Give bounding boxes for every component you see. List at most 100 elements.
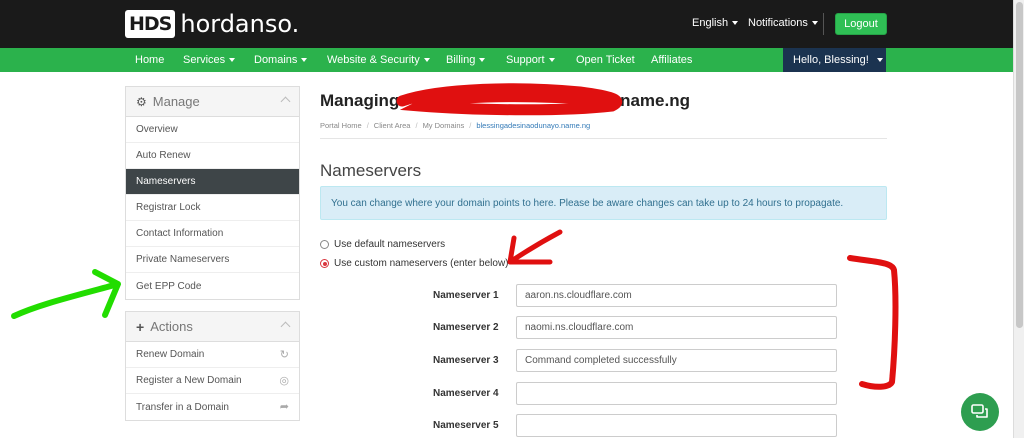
- nav-label: Website & Security: [327, 54, 420, 66]
- actions-panel-header[interactable]: + Actions: [126, 312, 299, 342]
- language-label: English: [692, 17, 729, 29]
- sidebar-item-auto-renew[interactable]: Auto Renew: [126, 143, 299, 169]
- nav-label: Home: [135, 54, 165, 66]
- nav-open-ticket[interactable]: Open Ticket: [576, 54, 635, 66]
- divider: [823, 13, 824, 35]
- nameserver-5-label: Nameserver 5: [433, 420, 499, 431]
- nameserver-2-input[interactable]: [516, 316, 837, 339]
- chevron-down-icon: [548, 58, 555, 63]
- radio-label: Use default nameservers: [334, 239, 446, 250]
- green-arrow: [11, 269, 121, 319]
- notifications-menu[interactable]: Notifications: [748, 17, 818, 29]
- nav-services[interactable]: Services: [183, 54, 236, 66]
- gear-icon: ⚙: [136, 94, 147, 109]
- chevron-up-icon: [280, 96, 291, 107]
- account-menu[interactable]: Hello, Blessing!: [783, 48, 886, 72]
- top-header: HDS hordanso. English Notifications Logo…: [0, 0, 1013, 48]
- nameserver-1-label: Nameserver 1: [433, 290, 499, 301]
- chevron-down-icon: [423, 58, 430, 63]
- actions-title: Actions: [150, 319, 193, 334]
- red-arrow: [507, 229, 563, 265]
- nav-website-security[interactable]: Website & Security: [327, 54, 430, 66]
- action-renew-domain[interactable]: Renew Domain ↻: [126, 342, 299, 368]
- sidebar-item-get-epp-code[interactable]: Get EPP Code: [126, 273, 299, 299]
- sidebar-item-label: Overview: [136, 124, 178, 135]
- nav-label: Billing: [446, 54, 476, 66]
- radio-button[interactable]: [320, 240, 329, 249]
- sidebar-item-label: Auto Renew: [136, 150, 191, 161]
- manage-panel-header[interactable]: ⚙ Manage: [126, 87, 299, 117]
- nameserver-4-label: Nameserver 4: [433, 388, 499, 399]
- greeting-label: Hello, Blessing!: [793, 54, 869, 66]
- chevron-up-icon: [280, 321, 291, 332]
- breadcrumb-link[interactable]: Portal Home: [320, 121, 362, 130]
- radio-button[interactable]: [320, 259, 329, 268]
- refresh-icon: ↻: [279, 349, 289, 361]
- sidebar-item-label: Private Nameservers: [136, 254, 230, 265]
- manage-title: Manage: [152, 94, 200, 109]
- nav-support[interactable]: Support: [506, 54, 555, 66]
- sidebar-item-label: Contact Information: [136, 228, 224, 239]
- chevron-down-icon: [479, 58, 486, 63]
- page-scrollbar[interactable]: [1013, 0, 1024, 438]
- radio-label: Use custom nameservers (enter below): [334, 258, 509, 269]
- page-title: Managing name.ng: [320, 91, 690, 111]
- nav-label: Services: [183, 54, 226, 66]
- logout-button[interactable]: Logout: [835, 13, 887, 35]
- chevron-down-icon: [301, 58, 308, 63]
- sidebar-item-overview[interactable]: Overview: [126, 117, 299, 143]
- nav-domains[interactable]: Domains: [254, 54, 308, 66]
- info-alert: You can change where your domain points …: [320, 186, 887, 220]
- title-prefix: Managing: [320, 91, 405, 110]
- actions-panel: + Actions Renew Domain ↻ Register a New …: [125, 311, 300, 421]
- plus-icon: +: [136, 318, 145, 335]
- breadcrumb-link[interactable]: My Domains: [423, 121, 465, 130]
- globe-icon: ◎: [279, 375, 289, 387]
- action-label: Transfer in a Domain: [136, 401, 229, 413]
- nameserver-4-input[interactable]: [516, 382, 837, 405]
- sidebar-item-registrar-lock[interactable]: Registrar Lock: [126, 195, 299, 221]
- nameserver-5-input[interactable]: [516, 414, 837, 437]
- nav-affiliates[interactable]: Affiliates: [651, 54, 692, 66]
- nameserver-3-label: Nameserver 3: [433, 355, 499, 366]
- nameserver-3-input[interactable]: [516, 349, 837, 372]
- nameserver-2-label: Nameserver 2: [433, 322, 499, 333]
- chevron-down-icon: [876, 58, 883, 62]
- sidebar-item-private-nameservers[interactable]: Private Nameservers: [126, 247, 299, 273]
- red-bracket: [847, 255, 899, 390]
- chevron-down-icon: [229, 58, 236, 63]
- action-label: Register a New Domain: [136, 375, 242, 386]
- divider: [320, 138, 887, 139]
- nav-label: Affiliates: [651, 54, 693, 66]
- nav-label: Domains: [254, 54, 298, 66]
- nameserver-1-input[interactable]: [516, 284, 837, 307]
- logo-mark: HDS: [125, 10, 176, 38]
- chevron-down-icon: [732, 21, 739, 26]
- logo-text: hordanso.: [180, 10, 300, 38]
- scrollbar-thumb[interactable]: [1016, 2, 1023, 328]
- breadcrumb-current: blessingadesinaodunayo.name.ng: [476, 121, 591, 130]
- language-menu[interactable]: English: [692, 17, 739, 29]
- brand-logo[interactable]: HDS hordanso.: [125, 7, 299, 41]
- action-label: Renew Domain: [136, 349, 205, 360]
- page: HDS hordanso. English Notifications Logo…: [0, 0, 1024, 438]
- nav-label: Open Ticket: [576, 54, 635, 66]
- section-title: Nameservers: [320, 161, 422, 180]
- chevron-down-icon: [811, 21, 818, 26]
- breadcrumb: Portal Home / Client Area / My Domains / bless…: [320, 121, 591, 130]
- action-transfer-domain[interactable]: Transfer in a Domain ➦: [126, 394, 299, 420]
- notifications-label: Notifications: [748, 17, 808, 29]
- action-register-domain[interactable]: Register a New Domain ◎: [126, 368, 299, 394]
- title-suffix: name.ng: [620, 91, 690, 110]
- sidebar-item-label: Registrar Lock: [136, 202, 201, 213]
- breadcrumb-link[interactable]: Client Area: [374, 121, 411, 130]
- nav-label: Support: [506, 54, 545, 66]
- chat-button[interactable]: [961, 393, 999, 431]
- sidebar-item-contact-information[interactable]: Contact Information: [126, 221, 299, 247]
- nav-billing[interactable]: Billing: [446, 54, 486, 66]
- radio-custom-nameservers[interactable]: Use custom nameservers (enter below): [320, 258, 509, 269]
- sidebar-item-label: Nameservers: [136, 176, 196, 187]
- sidebar-item-nameservers[interactable]: Nameservers: [126, 169, 299, 195]
- nav-home[interactable]: Home: [135, 54, 164, 66]
- radio-default-nameservers[interactable]: Use default nameservers: [320, 239, 445, 250]
